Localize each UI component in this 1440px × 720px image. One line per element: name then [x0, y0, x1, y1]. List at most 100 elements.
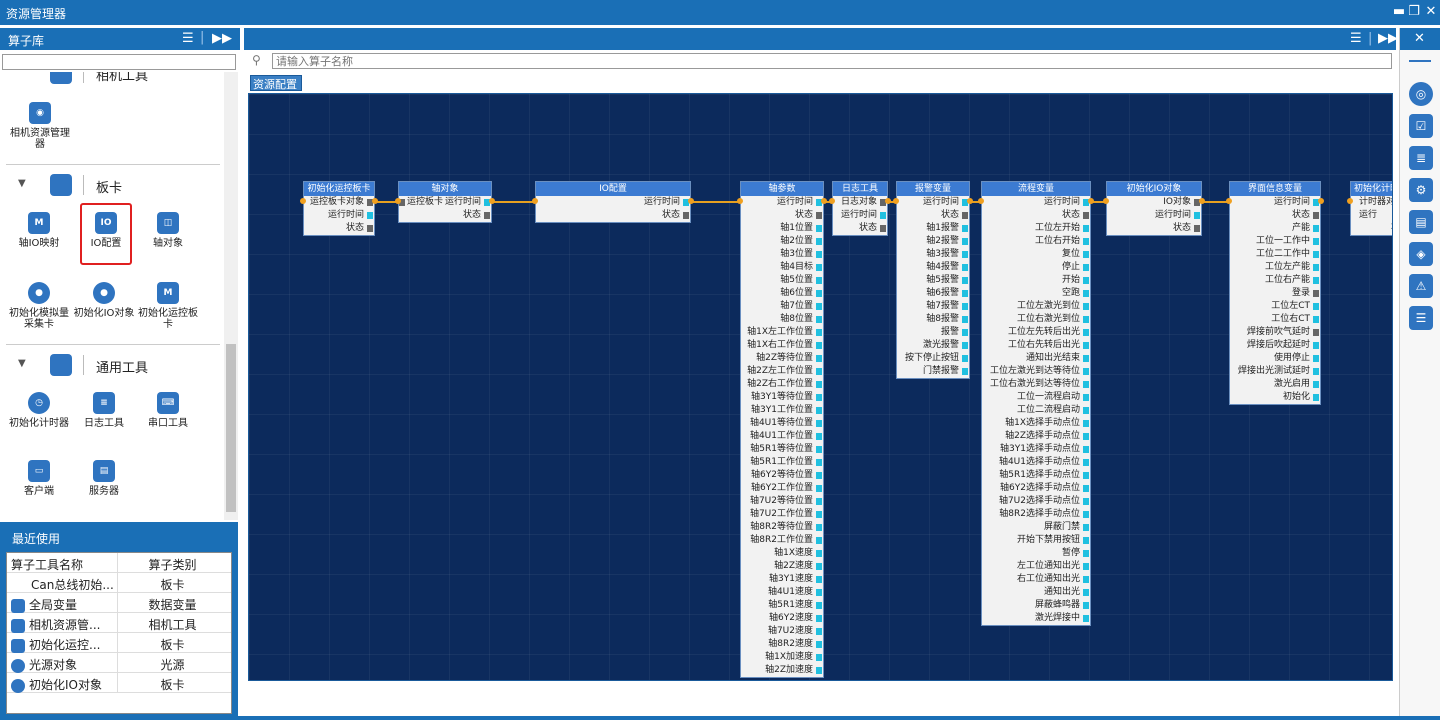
port-handle[interactable] [962, 355, 968, 362]
port-handle[interactable] [962, 303, 968, 310]
port-handle[interactable] [1083, 251, 1089, 258]
node-port[interactable]: 暂停 [982, 547, 1090, 560]
category-general[interactable]: ▼ 通用工具 [0, 350, 222, 380]
node-port[interactable]: 状态 [897, 209, 969, 222]
port-handle[interactable] [1083, 238, 1089, 245]
node-port[interactable]: 轴8R2速度 [741, 638, 823, 651]
list-icon[interactable]: ☰ [1409, 306, 1433, 330]
node-port[interactable]: 轴8报警 [897, 313, 969, 326]
port-handle[interactable] [962, 264, 968, 271]
connector-dot[interactable] [489, 198, 495, 204]
node-port[interactable]: 轴8R2选择手动点位 [982, 508, 1090, 521]
port-handle[interactable] [816, 277, 822, 284]
connector-dot[interactable] [1103, 198, 1109, 204]
connector-dot[interactable] [688, 198, 694, 204]
tool-axis-object[interactable]: ◫ 轴对象 [137, 212, 199, 249]
table-row[interactable]: Can总线初始... 板卡 [7, 573, 231, 593]
node-port[interactable]: 轴8R2等待位置 [741, 521, 823, 534]
port-handle[interactable] [962, 368, 968, 375]
node-port[interactable]: 轴4U1等待位置 [741, 417, 823, 430]
gear-icon[interactable]: ⚙ [1409, 178, 1433, 202]
node-axis-object[interactable]: 轴对象 运控板卡 运行时间 状态 [398, 181, 492, 223]
port-handle[interactable] [1083, 615, 1089, 622]
node-port[interactable]: 工位二工作中 [1230, 248, 1320, 261]
node-port[interactable]: 焊接出光测试延时 [1230, 365, 1320, 378]
node-port[interactable]: 按下停止按钮 [897, 352, 969, 365]
connector-dot[interactable] [829, 198, 835, 204]
node-port[interactable]: 产能 [1230, 222, 1320, 235]
node-port[interactable]: 轴5R1速度 [741, 599, 823, 612]
port-handle[interactable] [816, 641, 822, 648]
node-port[interactable]: 轴4报警 [897, 261, 969, 274]
category-board[interactable]: ▼ 板卡 [0, 170, 222, 200]
port-handle[interactable] [1313, 316, 1319, 323]
node-port[interactable]: 门禁报警 [897, 365, 969, 378]
node-port[interactable]: 复位 [982, 248, 1090, 261]
node-flow-vars[interactable]: 流程变量 运行时间 状态 工位左开始 工位右开始 复位 停止 开始 空跑 工位左激光到位 工位右激… [981, 181, 1091, 626]
node-port[interactable]: 运行时间 [741, 196, 823, 209]
port-handle[interactable] [1083, 381, 1089, 388]
panel-icon[interactable]: ▤ [1409, 210, 1433, 234]
port-handle[interactable] [1083, 420, 1089, 427]
node-port[interactable]: 状态 [982, 209, 1090, 222]
node-port[interactable]: 工位右激光到位 [982, 313, 1090, 326]
node-alarm-vars[interactable]: 报警变量 运行时间 状态 轴1报警 轴2报警 轴3报警 轴4报警 轴5报警 轴6报警 轴7报警轴… [896, 181, 970, 379]
node-log-tool[interactable]: 日志工具 日志对象 运行时间 状态 [832, 181, 888, 236]
connector-dot[interactable] [1226, 198, 1232, 204]
node-port[interactable]: 轴5报警 [897, 274, 969, 287]
node-port[interactable]: 轴3Y1等待位置 [741, 391, 823, 404]
connector-dot[interactable] [395, 198, 401, 204]
port-handle[interactable] [816, 446, 822, 453]
port-handle[interactable] [1083, 277, 1089, 284]
tool-init-io-object[interactable]: ● 初始化IO对象 [73, 282, 135, 319]
connector-dot[interactable] [300, 198, 306, 204]
node-port[interactable]: 轴6位置 [741, 287, 823, 300]
node-port[interactable]: 轴8R2工作位置 [741, 534, 823, 547]
node-port[interactable]: 轴1X左工作位置 [741, 326, 823, 339]
node-port[interactable]: 工位二流程启动 [982, 404, 1090, 417]
port-handle[interactable] [1313, 368, 1319, 375]
connector-dot[interactable] [978, 198, 984, 204]
port-handle[interactable] [962, 290, 968, 297]
table-row[interactable]: 光源对象 光源 [7, 653, 231, 673]
port-handle[interactable] [1313, 264, 1319, 271]
port-handle[interactable] [1083, 550, 1089, 557]
table-row[interactable]: 初始化运控... 板卡 [7, 633, 231, 653]
node-port[interactable]: 登录 [1230, 287, 1320, 300]
expand-icon[interactable]: ▶▶ [1378, 31, 1398, 46]
settings-list-icon[interactable]: ≣ [1409, 146, 1433, 170]
checklist-icon[interactable]: ☑ [1409, 114, 1433, 138]
tool-init-analog-card[interactable]: ● 初始化模拟量采集卡 [8, 282, 70, 330]
node-port[interactable]: 轴1X速度 [741, 547, 823, 560]
port-handle[interactable] [1083, 342, 1089, 349]
node-port[interactable]: 轴5R1选择手动点位 [982, 469, 1090, 482]
node-port[interactable]: 轴2报警 [897, 235, 969, 248]
tool-camera-resource-manager[interactable]: ◉ 相机资源管理器 [8, 102, 72, 150]
node-port[interactable]: 轴4U1速度 [741, 586, 823, 599]
port-handle[interactable] [816, 550, 822, 557]
node-port[interactable]: 轴1X加速度 [741, 651, 823, 664]
node-port[interactable]: 工位右先转后出光 [982, 339, 1090, 352]
port-handle[interactable] [816, 433, 822, 440]
node-port[interactable]: 屏蔽蜂鸣器 [982, 599, 1090, 612]
port-handle[interactable] [962, 277, 968, 284]
port-handle[interactable] [816, 459, 822, 466]
menu-icon[interactable]: ☰ [182, 31, 194, 46]
port-handle[interactable] [816, 654, 822, 661]
port-handle[interactable] [816, 472, 822, 479]
expand-icon[interactable]: ▶▶ [212, 31, 232, 46]
port-handle[interactable] [816, 602, 822, 609]
node-port[interactable]: 轴2Z选择手动点位 [982, 430, 1090, 443]
node-port[interactable]: 通知出光结束 [982, 352, 1090, 365]
node-ui-info-vars[interactable]: 界面信息变量 运行时间 状态 产能 工位一工作中 工位二工作中 工位左产能 工位右产能 登录工… [1229, 181, 1321, 405]
port-handle[interactable] [962, 342, 968, 349]
node-port[interactable]: 工位右激光到达等待位 [982, 378, 1090, 391]
scroll-thumb[interactable] [226, 344, 236, 512]
port-handle[interactable] [816, 628, 822, 635]
port-handle[interactable] [962, 225, 968, 232]
node-port[interactable]: 焊接后吹起延时 [1230, 339, 1320, 352]
node-port[interactable]: 右工位通知出光 [982, 573, 1090, 586]
port-handle[interactable] [816, 212, 822, 219]
node-port[interactable]: 轴2位置 [741, 235, 823, 248]
port-handle[interactable] [1083, 537, 1089, 544]
